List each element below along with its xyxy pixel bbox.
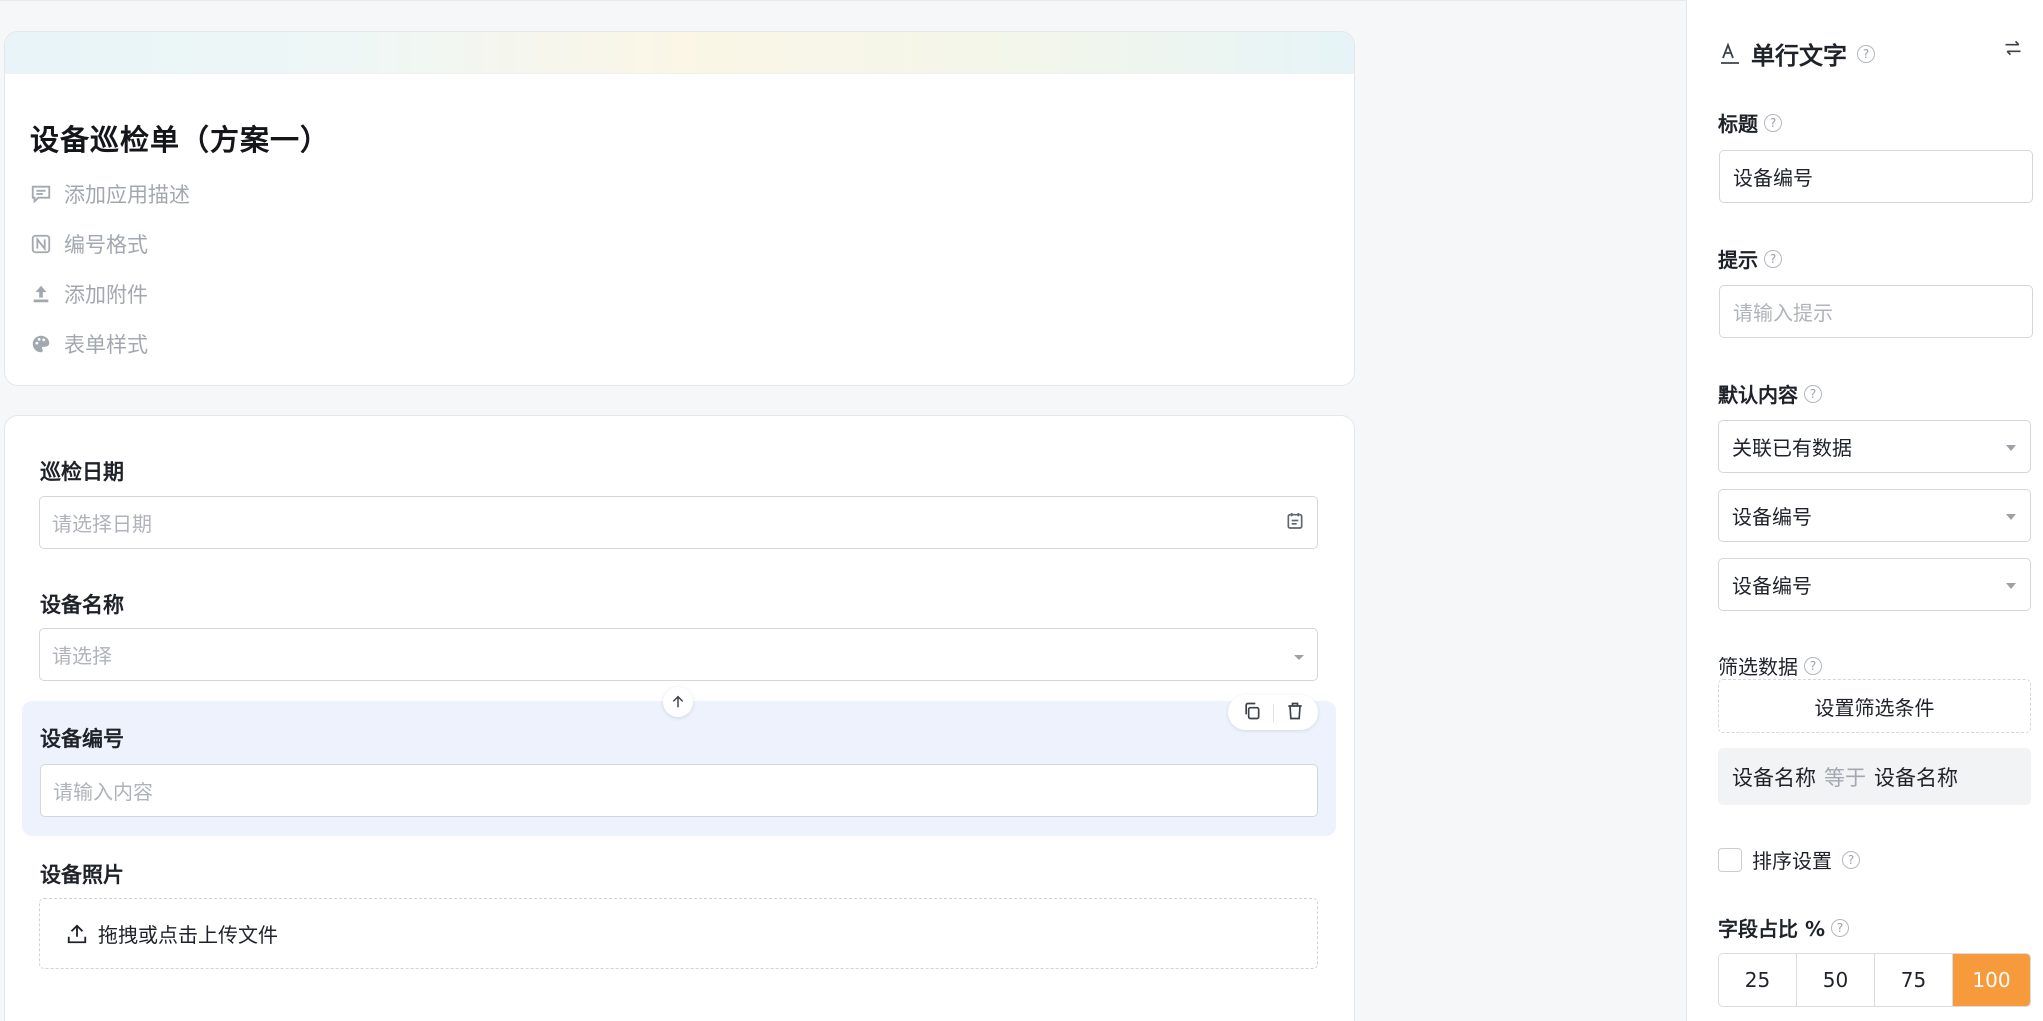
numbering-format-label: 编号格式 xyxy=(64,233,148,257)
set-filter-label: 设置筛选条件 xyxy=(1814,695,1935,720)
chevron-down-icon xyxy=(2006,583,2016,589)
field-type-title: 单行文字 xyxy=(1751,42,1847,70)
condition-right-field: 设备名称 xyxy=(1874,765,1958,790)
add-attachment-label: 添加附件 xyxy=(64,283,148,307)
palette-icon xyxy=(32,335,50,353)
form-title[interactable]: 设备巡检单（方案一） xyxy=(30,117,330,159)
device-name-placeholder: 请选择 xyxy=(52,644,112,668)
add-description-item[interactable]: 添加应用描述 xyxy=(30,179,190,209)
trash-icon xyxy=(1287,702,1302,719)
field-label-inspection-date: 巡检日期 xyxy=(40,460,124,484)
field-ratio-group: 25 50 75 100 xyxy=(1718,953,2031,1007)
delete-field-button[interactable] xyxy=(1285,701,1305,725)
header-banner xyxy=(5,32,1354,74)
date-placeholder: 请选择日期 xyxy=(52,512,152,536)
default-content-label: 默认内容 xyxy=(1718,383,1798,407)
text-type-icon xyxy=(1721,41,1739,64)
default-mode-select[interactable]: 关联已有数据 xyxy=(1718,420,2031,473)
title-input[interactable]: 设备编号 xyxy=(1719,150,2033,203)
condition-operator: 等于 xyxy=(1824,765,1866,790)
comment-icon xyxy=(31,185,51,204)
upload-icon xyxy=(33,285,49,303)
condition-left-field: 设备名称 xyxy=(1732,765,1816,790)
help-icon[interactable]: ? xyxy=(1804,384,1822,403)
set-filter-button[interactable]: 设置筛选条件 xyxy=(1718,679,2031,733)
help-icon[interactable]: ? xyxy=(1764,249,1782,268)
chevron-down-icon xyxy=(2006,514,2016,520)
device-number-placeholder: 请输入内容 xyxy=(53,780,153,804)
arrow-up-icon xyxy=(672,695,684,708)
property-panel: 单行文字 ? 标题 ? 设备编号 提示 ? 请输入提示 默认内容 ? 关联已有数… xyxy=(1686,0,2043,1021)
inspection-date-picker[interactable]: 请选择日期 xyxy=(39,496,1318,549)
filter-data-label: 筛选数据 xyxy=(1718,655,1798,679)
help-icon[interactable]: ? xyxy=(1764,113,1782,132)
hint-placeholder: 请输入提示 xyxy=(1733,301,1833,325)
form-canvas: 设备巡检单（方案一） 添加应用描述 编号格式 添加附件 表单样式 巡检日期 请选… xyxy=(0,0,1686,1021)
sort-setting-label: 排序设置 xyxy=(1752,849,1832,873)
hint-label: 提示 xyxy=(1718,248,1758,272)
panel-header: 单行文字 ? xyxy=(1719,36,1875,71)
field-actions xyxy=(1228,695,1318,730)
numbering-format-item[interactable]: 编号格式 xyxy=(30,229,148,259)
help-icon[interactable]: ? xyxy=(1842,850,1860,869)
move-up-button[interactable] xyxy=(663,687,693,717)
chevron-down-icon xyxy=(2006,445,2016,451)
add-attachment-item[interactable]: 添加附件 xyxy=(30,279,148,309)
title-label-row: 标题 ? xyxy=(1718,108,1782,137)
add-description-label: 添加应用描述 xyxy=(64,183,190,207)
help-icon[interactable]: ? xyxy=(1804,656,1822,675)
actions-divider xyxy=(1272,703,1274,722)
photo-upload-dropzone[interactable]: 拖拽或点击上传文件 xyxy=(39,898,1318,969)
ratio-option-25[interactable]: 25 xyxy=(1719,954,1797,1006)
hint-label-row: 提示 ? xyxy=(1718,244,1782,273)
title-value: 设备编号 xyxy=(1733,166,1813,190)
source-field-1-value: 设备编号 xyxy=(1732,505,1812,529)
ratio-option-100[interactable]: 100 xyxy=(1953,954,2030,1006)
field-label-device-name: 设备名称 xyxy=(40,593,124,617)
field-label-device-number: 设备编号 xyxy=(40,727,124,751)
device-name-select[interactable]: 请选择 xyxy=(39,628,1318,681)
sort-checkbox[interactable] xyxy=(1718,847,1742,872)
help-icon[interactable]: ? xyxy=(1857,44,1875,63)
calendar-icon[interactable] xyxy=(1285,510,1305,535)
switch-type-icon[interactable] xyxy=(2003,38,2023,62)
default-label-row: 默认内容 ? xyxy=(1718,379,1822,408)
field-label-device-photo: 设备照片 xyxy=(40,863,124,887)
ratio-label-row: 字段占比 % ? xyxy=(1718,913,1850,942)
source-field-select-1[interactable]: 设备编号 xyxy=(1718,489,2031,542)
help-icon[interactable]: ? xyxy=(1831,918,1850,937)
filter-condition[interactable]: 设备名称 等于 设备名称 xyxy=(1718,748,2031,805)
filter-label-row: 筛选数据 ? xyxy=(1718,651,1822,680)
field-ratio-label: 字段占比 % xyxy=(1718,917,1826,941)
numbering-icon xyxy=(31,234,51,254)
hint-input[interactable]: 请输入提示 xyxy=(1719,285,2033,338)
source-field-2-value: 设备编号 xyxy=(1732,574,1812,598)
copy-icon xyxy=(1244,702,1259,719)
default-mode-value: 关联已有数据 xyxy=(1732,436,1852,460)
ratio-option-75[interactable]: 75 xyxy=(1875,954,1953,1006)
ratio-option-50[interactable]: 50 xyxy=(1797,954,1875,1006)
device-number-input[interactable]: 请输入内容 xyxy=(40,764,1318,817)
source-field-select-2[interactable]: 设备编号 xyxy=(1718,558,2031,611)
chevron-down-icon xyxy=(1293,643,1305,667)
copy-field-button[interactable] xyxy=(1242,701,1262,725)
sort-setting-row[interactable]: 排序设置 ? xyxy=(1718,845,1860,874)
form-style-label: 表单样式 xyxy=(64,333,148,357)
form-style-item[interactable]: 表单样式 xyxy=(30,329,148,359)
upload-icon xyxy=(67,923,87,943)
title-label: 标题 xyxy=(1718,112,1758,136)
form-header-card xyxy=(4,31,1355,386)
upload-text: 拖拽或点击上传文件 xyxy=(98,923,278,947)
